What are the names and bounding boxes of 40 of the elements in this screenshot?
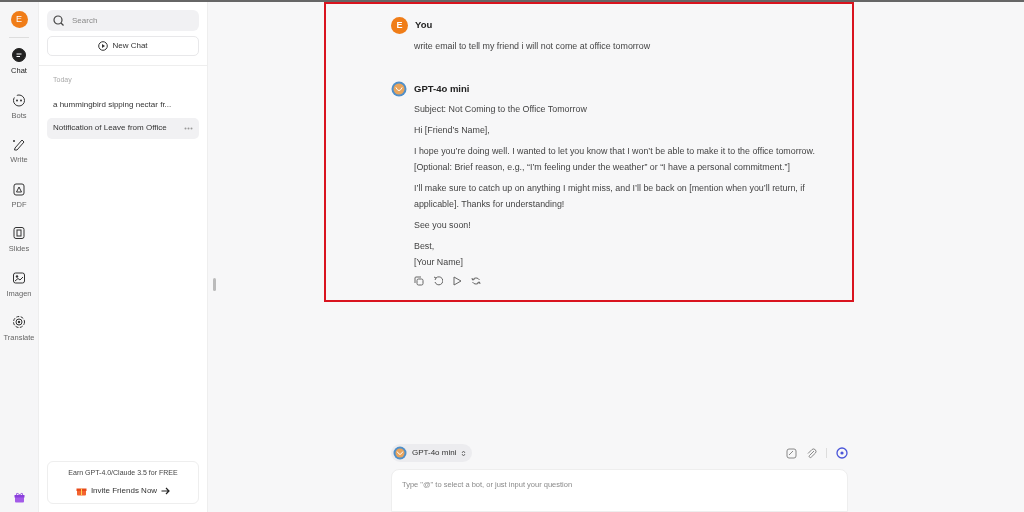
refresh-icon[interactable] (471, 276, 481, 286)
search-icon (53, 15, 64, 26)
chat-item[interactable]: a hummingbird sipping nectar fr... (47, 94, 199, 116)
new-chat-icon[interactable] (836, 447, 848, 459)
new-chat-button[interactable]: New Chat (47, 36, 199, 56)
arrow-right-icon (161, 486, 171, 495)
message-text: I’ll make sure to catch up on anything I might miss, and I’ll be back on [mention when you’ll return, if applicable]. Thanks for understanding! (414, 182, 806, 211)
robot-face-icon[interactable] (12, 92, 26, 107)
message-text: Hi [Friend’s Name], (414, 124, 491, 137)
message-text: write email to tell my friend i will not come at office tomorrow (414, 40, 652, 53)
chat-item[interactable]: Notification of Leave from Office (47, 117, 199, 139)
paperclip-icon[interactable] (806, 447, 817, 459)
document-icon[interactable] (12, 181, 26, 196)
invite-button[interactable]: Invite Friends Now (75, 484, 171, 497)
resize-handle[interactable] (213, 278, 216, 291)
message-text: Best, [Your Name] (414, 240, 464, 269)
search-input[interactable]: Search (72, 14, 182, 27)
sort-icon (461, 449, 467, 457)
chat-bubble-icon[interactable] (12, 48, 26, 62)
plus-circle-icon (98, 41, 109, 51)
globe-icon[interactable] (12, 315, 26, 329)
copy-icon[interactable] (414, 276, 424, 286)
image-icon[interactable] (12, 270, 26, 285)
user-avatar: E (391, 17, 408, 34)
chat-title: Notification of Leave from Office (53, 122, 167, 134)
author-name: You (415, 18, 433, 33)
model-selector[interactable]: GPT-4o mini (391, 444, 473, 462)
author-name: GPT-4o mini (414, 81, 470, 96)
bot-avatar (391, 81, 407, 97)
chat-title: a hummingbird sipping nectar fr... (53, 99, 172, 111)
message-text: Subject: Not Coming to the Office Tomorrow (414, 103, 588, 116)
slides-icon[interactable] (12, 226, 26, 240)
undo-icon[interactable] (433, 276, 443, 286)
search-field[interactable]: Search (47, 10, 199, 31)
gift-icon[interactable] (13, 492, 25, 503)
message-text: See you soon! (414, 219, 472, 232)
message-text: I hope you’re doing well. I wanted to let you know that I won’t be able to make it to the office tomorrow. [Optional: Brief reason, e.g., “I’m feeling under the weather” or “I have a personal commitment.”] (414, 145, 816, 174)
pen-icon[interactable] (12, 137, 26, 151)
play-icon[interactable] (452, 276, 462, 286)
bot-avatar (393, 446, 407, 460)
